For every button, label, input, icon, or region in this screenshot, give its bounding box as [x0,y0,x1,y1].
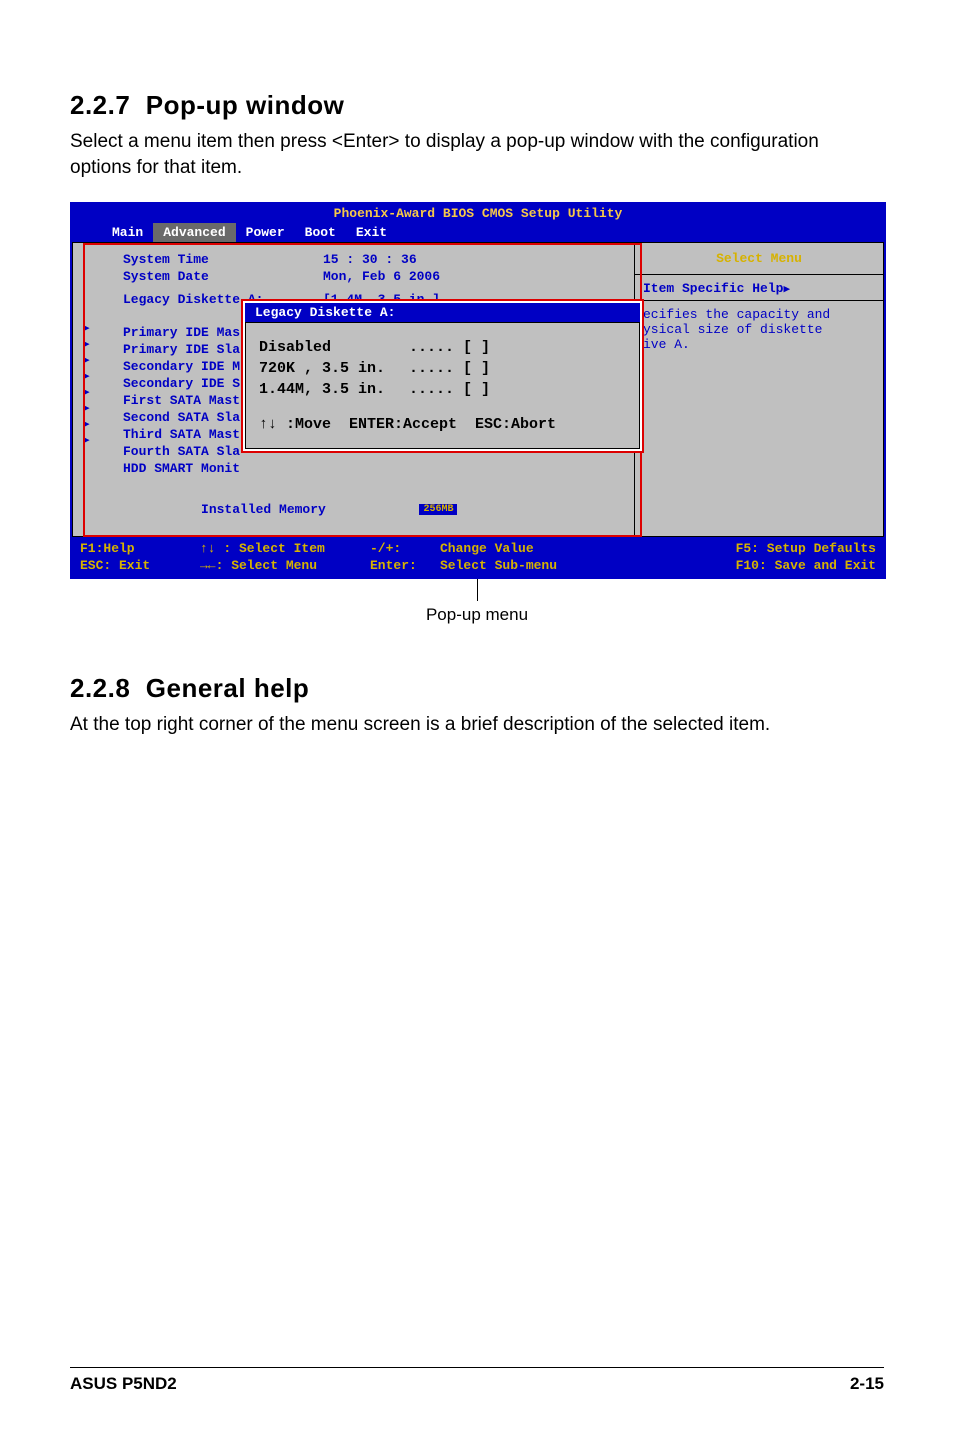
row-installed-memory: Installed Memory 256MB [73,487,634,532]
triangle-icon: ▶ [83,321,90,337]
triangle-icon: ▶ [83,401,90,417]
bios-right-pane: Select Menu Item Specific Help▶ ecifies … [634,243,883,536]
item-help-title: Item Specific Help▶ [643,281,875,296]
triangle-icon: ▶ [83,353,90,369]
tab-main[interactable]: Main [102,223,153,242]
help-title-text: Item Specific Help [643,281,783,296]
row-system-time[interactable]: System Time 15 : 30 : 36 [73,251,634,268]
page-footer: ASUS P5ND2 2-15 [70,1367,884,1394]
legend-change-value: Change Value [440,541,610,556]
legend-select-menu: →←: Select Menu [200,558,370,573]
footer-product: ASUS P5ND2 [70,1374,177,1394]
option-name: 1.44M, 3.5 in. [259,379,409,400]
popup-option[interactable]: 1.44M, 3.5 in. ..... [ ] [259,379,628,400]
pointer-line-icon [477,579,478,601]
legend-plusminus: -/+: [370,541,440,556]
item-label: Primary IDE Sla [123,341,240,358]
tab-advanced[interactable]: Advanced [153,223,235,242]
item-label: Second SATA Sla [123,409,240,426]
option-name: Disabled [259,337,409,358]
legend-f5: F5: Setup Defaults [610,541,876,556]
tab-boot[interactable]: Boot [295,223,346,242]
item-label: First SATA Mast [123,392,240,409]
triangle-icon: ▶ [83,433,90,449]
triangle-icon: ▶ [83,417,90,433]
bios-body: System Time 15 : 30 : 36 System Date Mon… [72,242,884,537]
caption-pointer [70,579,884,601]
popup-title: Legacy Diskette A: [245,303,640,323]
legend-select-item: ↑↓ : Select Item [200,541,370,556]
item-label: Fourth SATA Sla [123,443,240,460]
figure-caption: Pop-up menu [70,605,884,625]
popup-window: Legacy Diskette A: Disabled ..... [ ] 72… [243,301,642,451]
section-title-text: Pop-up window [146,90,345,120]
triangle-icon: ▶ [83,385,90,401]
submenu-arrows: ▶ ▶ ▶ ▶ ▶ ▶ ▶ ▶ [83,321,90,449]
section-title-text: General help [146,673,310,703]
value-system-time: 15 : 30 : 36 [323,251,634,268]
bios-left-pane: System Time 15 : 30 : 36 System Date Mon… [73,243,634,536]
row-system-date[interactable]: System Date Mon, Feb 6 2006 [73,268,634,285]
bios-menubar: Main Advanced Power Boot Exit [72,223,884,242]
option-marker: ..... [ ] [409,379,490,400]
popup-hint: ↑↓ :Move ENTER:Accept ESC:Abort [259,414,628,435]
mem-value-banner: 256MB [419,504,457,515]
tab-power[interactable]: Power [236,223,295,242]
triangle-icon: ▶ [83,337,90,353]
item-label: Third SATA Mast [123,426,240,443]
section-paragraph: At the top right corner of the menu scre… [70,712,884,738]
option-marker: ..... [ ] [409,358,490,379]
section-heading-general-help: 2.2.8 General help [70,673,884,704]
label-installed-memory: Installed Memory [201,502,326,517]
legend-f10: F10: Save and Exit [610,558,876,573]
triangle-icon: ▶ [783,284,790,296]
item-help-text: ecifies the capacity and ysical size of … [643,307,875,352]
legend-submenu: Select Sub-menu [440,558,610,573]
legend-esc: ESC: Exit [80,558,200,573]
popup-body: Disabled ..... [ ] 720K , 3.5 in. ..... … [245,323,640,449]
legend-enter: Enter: [370,558,440,573]
tab-exit[interactable]: Exit [346,223,397,242]
legend-f1: F1:Help [80,541,200,556]
item-label: Primary IDE Mas [123,324,240,341]
bios-legend: F1:Help ↑↓ : Select Item -/+: Change Val… [72,537,884,577]
item-label: Secondary IDE S [123,375,240,392]
triangle-icon: ▶ [83,369,90,385]
bios-title: Phoenix-Award BIOS CMOS Setup Utility [72,204,884,223]
popup-option[interactable]: 720K , 3.5 in. ..... [ ] [259,358,628,379]
popup-option[interactable]: Disabled ..... [ ] [259,337,628,358]
section-paragraph: Select a menu item then press <Enter> to… [70,129,884,180]
label-system-date: System Date [123,268,323,285]
label-system-time: System Time [123,251,323,268]
select-menu-label: Select Menu [643,251,875,266]
footer-page-number: 2-15 [850,1374,884,1394]
item-label: Secondary IDE M [123,358,240,375]
bios-screenshot: Phoenix-Award BIOS CMOS Setup Utility Ma… [70,202,886,579]
section-heading-popup: 2.2.7 Pop-up window [70,90,884,121]
option-name: 720K , 3.5 in. [259,358,409,379]
option-marker: ..... [ ] [409,337,490,358]
value-system-date: Mon, Feb 6 2006 [323,268,634,285]
section-number: 2.2.7 [70,90,130,120]
section-number: 2.2.8 [70,673,130,703]
item-label: HDD SMART Monit [123,460,240,477]
row-item[interactable]: HDD SMART Monit [73,460,634,477]
